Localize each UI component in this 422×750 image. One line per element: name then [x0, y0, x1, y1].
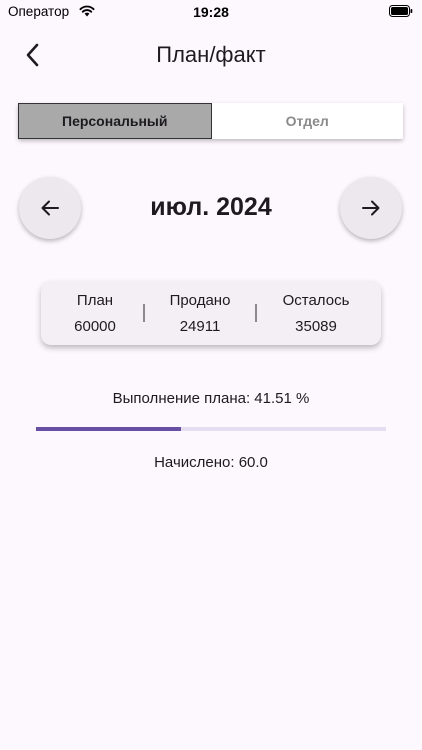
- stat-plan: План 60000: [47, 292, 143, 335]
- plan-completion-label: Выполнение плана: 41.51 %: [112, 390, 310, 407]
- stats-card: План 60000 Продано 24911 Осталось 35089: [41, 281, 381, 345]
- battery-icon: [389, 5, 413, 17]
- stat-sold-value: 24911: [179, 317, 221, 335]
- accrued-label: Начислено: 60.0: [154, 454, 268, 471]
- status-bar: Оператор 19:28: [0, 0, 422, 26]
- segment-department[interactable]: Отдел: [211, 103, 403, 139]
- plan-progress-fill: [36, 427, 182, 431]
- mode-segmented-control: Персональный Отдел: [18, 103, 403, 139]
- segment-personal[interactable]: Персональный: [18, 103, 212, 139]
- next-month-button[interactable]: [340, 177, 402, 239]
- stat-sold-label: Продано: [169, 291, 231, 309]
- clock: 19:28: [193, 4, 229, 20]
- stat-plan-label: План: [76, 291, 114, 309]
- stat-sold: Продано 24911: [145, 292, 255, 335]
- stat-remaining-value: 35089: [295, 317, 337, 335]
- stat-remaining: Осталось 35089: [257, 292, 375, 335]
- arrow-right-icon: [362, 200, 380, 216]
- stat-remaining-label: Осталось: [282, 291, 350, 309]
- stat-plan-value: 60000: [74, 317, 116, 335]
- page-title: План/факт: [156, 42, 266, 67]
- plan-progress-bar: [36, 427, 386, 431]
